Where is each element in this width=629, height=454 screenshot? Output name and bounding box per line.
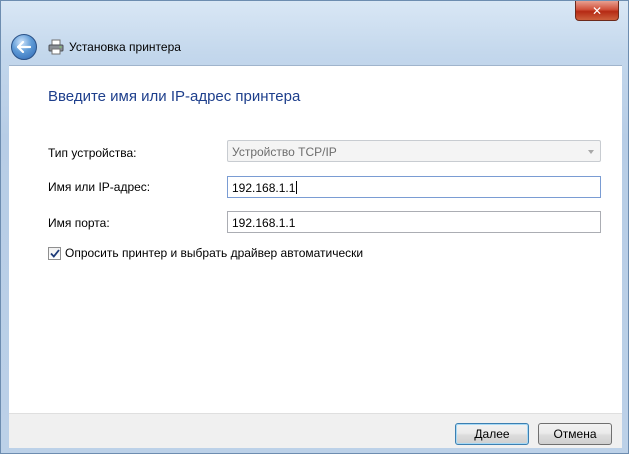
device-type-label: Тип устройства: [48, 146, 137, 160]
query-printer-label: Опросить принтер и выбрать драйвер автом… [65, 246, 364, 260]
hostname-input[interactable]: 192.168.1.1 [227, 176, 601, 198]
device-type-select: Устройство TCP/IP [227, 140, 601, 162]
back-button[interactable] [11, 34, 37, 60]
device-type-value: Устройство TCP/IP [232, 145, 337, 159]
printer-icon [47, 38, 65, 56]
wizard-nav: Установка принтера [9, 31, 622, 63]
checkmark-icon [49, 248, 60, 258]
hostname-value: 192.168.1.1 [232, 181, 296, 195]
port-name-input[interactable]: 192.168.1.1 [227, 211, 601, 233]
window-frame: ✕ Установка принтера Введите имя или IP-… [0, 0, 629, 454]
hostname-label: Имя или IP-адрес: [48, 180, 151, 194]
query-printer-option[interactable]: Опросить принтер и выбрать драйвер автом… [48, 246, 363, 260]
close-button[interactable]: ✕ [575, 1, 619, 21]
query-printer-checkbox[interactable] [48, 246, 61, 260]
port-name-value: 192.168.1.1 [232, 216, 296, 230]
wizard-title: Установка принтера [69, 40, 181, 54]
page-heading: Введите имя или IP-адрес принтера [48, 88, 301, 105]
close-icon: ✕ [591, 3, 603, 18]
next-button[interactable]: Далее [455, 423, 529, 445]
back-arrow-icon [17, 41, 31, 53]
port-name-label: Имя порта: [48, 216, 110, 230]
chevron-down-icon [588, 150, 594, 154]
button-bar: Далее Отмена [9, 413, 622, 448]
title-bar: ✕ [1, 1, 629, 29]
text-caret [296, 181, 298, 194]
cancel-button[interactable]: Отмена [538, 423, 612, 445]
wizard-content: Введите имя или IP-адрес принтера Тип ус… [9, 65, 622, 414]
